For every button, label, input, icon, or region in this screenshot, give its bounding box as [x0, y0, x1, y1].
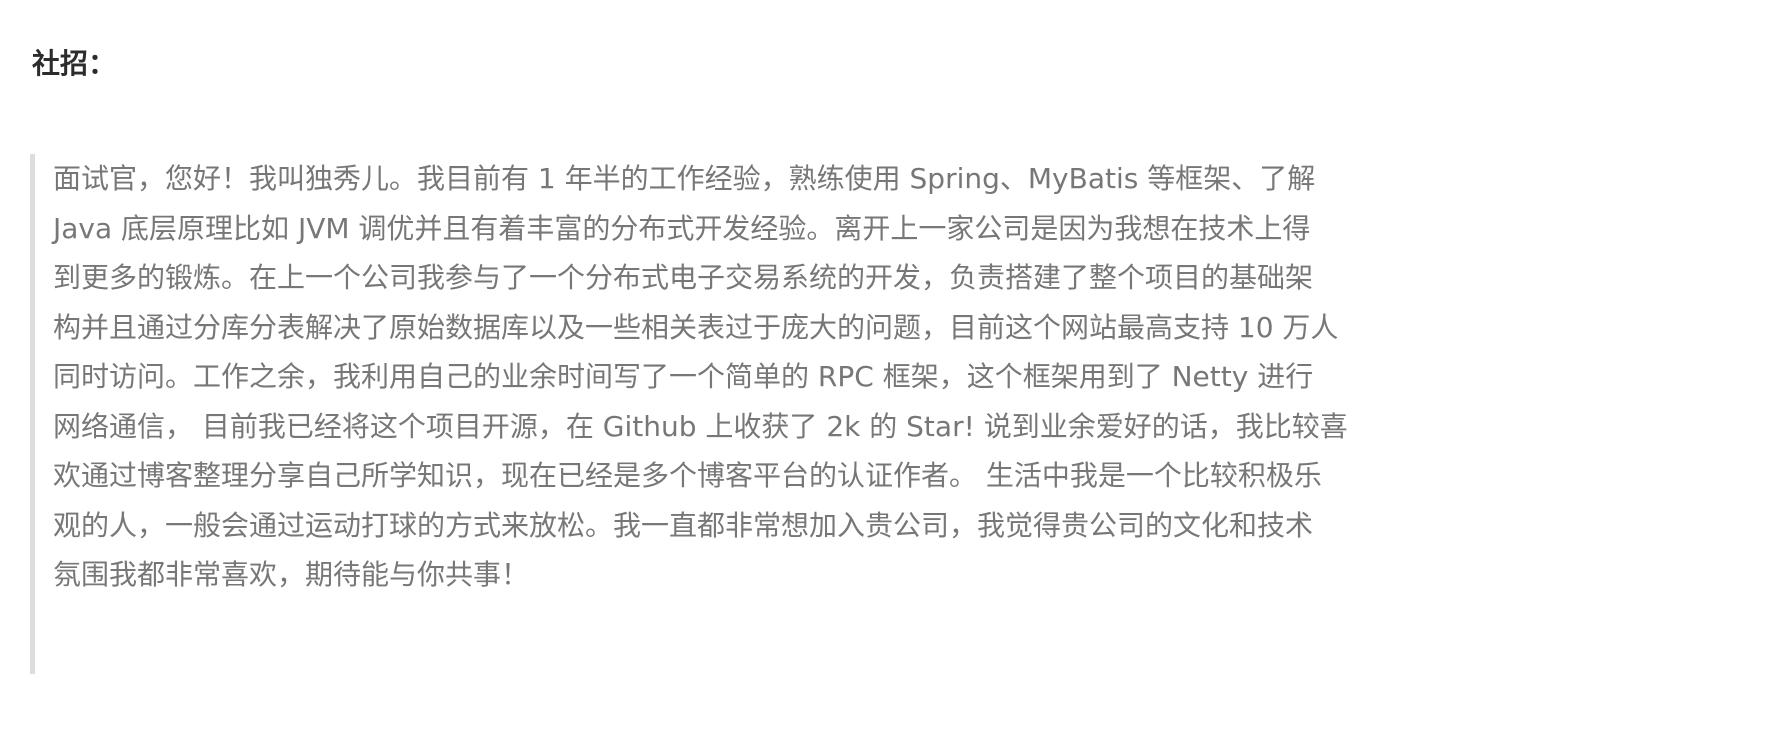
section-heading: 社招： — [32, 47, 117, 80]
intro-line: 氛围我都非常喜欢，期待能与你共事！ — [53, 558, 530, 591]
document-page: 社招： 面试官，您好！我叫独秀儿。我目前有 1 年半的工作经验，熟练使用 Spr… — [0, 0, 1772, 744]
intro-line: Java 底层原理比如 JVM 调优并且有着丰富的分布式开发经验。离开上一家公司… — [53, 211, 1311, 245]
self-introduction-blockquote: 面试官，您好！我叫独秀儿。我目前有 1 年半的工作经验，熟练使用 Spring、… — [30, 154, 1410, 674]
intro-line: 网络通信， 目前我已经将这个项目开源，在 Github 上收获了 2k 的 St… — [53, 409, 1348, 443]
intro-line: 观的人，一般会通过运动打球的方式来放松。我一直都非常想加入贵公司，我觉得贵公司的… — [53, 508, 1314, 542]
intro-line: 到更多的锻炼。在上一个公司我参与了一个分布式电子交易系统的开发，负责搭建了整个项… — [53, 261, 1314, 294]
intro-line: 同时访问。工作之余，我利用自己的业余时间写了一个简单的 RPC 框架，这个框架用… — [53, 360, 1314, 393]
intro-line: 构并且通过分库分表解决了原始数据库以及一些相关表过于庞大的问题，目前这个网站最高… — [53, 310, 1339, 344]
intro-line: 欢通过博客整理分享自己所学知识，现在已经是多个博客平台的认证作者。 生活中我是一… — [53, 459, 1322, 492]
intro-line: 面试官，您好！我叫独秀儿。我目前有 1 年半的工作经验，熟练使用 Spring、… — [53, 162, 1316, 195]
